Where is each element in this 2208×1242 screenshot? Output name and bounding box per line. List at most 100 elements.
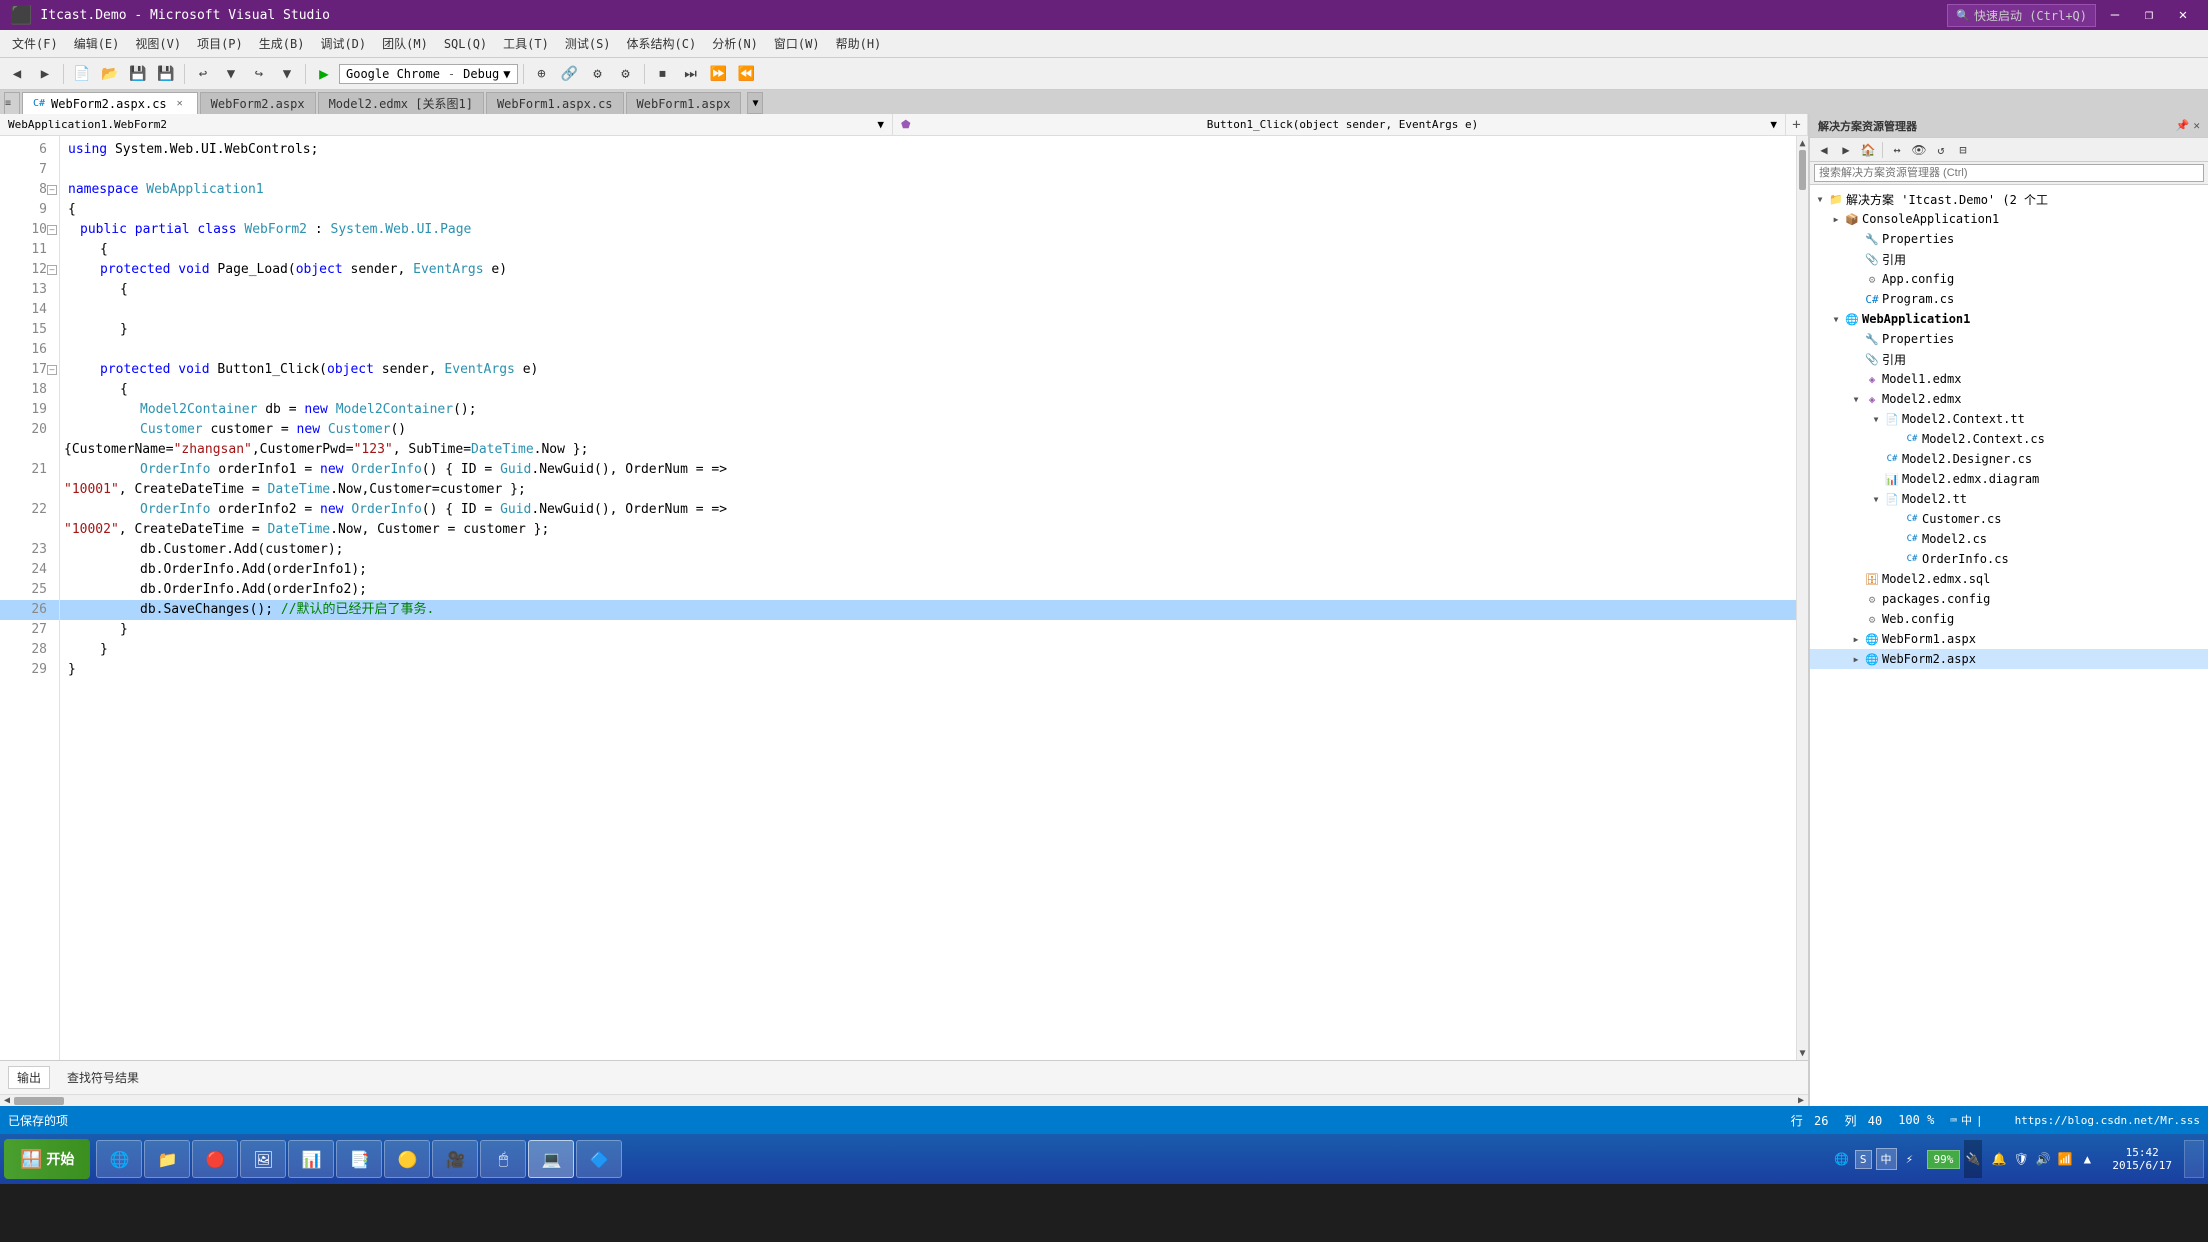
taskbar-app-globe[interactable]: 🌐 — [96, 1140, 142, 1178]
redo-arrow[interactable]: ▼ — [274, 61, 300, 87]
tab-close-button[interactable]: ✕ — [173, 97, 187, 111]
menu-file[interactable]: 文件(F) — [4, 31, 66, 56]
tab-webform2-aspx[interactable]: WebForm2.aspx — [200, 92, 316, 114]
tree-webform1-aspx[interactable]: ▶ 🌐 WebForm1.aspx — [1810, 629, 2208, 649]
menu-team[interactable]: 团队(M) — [374, 31, 436, 56]
arrow-up-icon[interactable]: ▲ — [2078, 1150, 2096, 1168]
start-debug-button[interactable]: ▶ — [311, 61, 337, 87]
start-button[interactable]: 🪟 开始 — [4, 1139, 90, 1179]
tab-overflow-arrow[interactable]: ▼ — [747, 92, 763, 114]
pin-icon[interactable]: 📌 — [2176, 119, 2190, 132]
undo-button[interactable]: ↩ — [190, 61, 216, 87]
cursor-button[interactable]: ⊕ — [529, 61, 555, 87]
back-panel-btn[interactable]: ◀ — [1814, 140, 1834, 160]
taskbar-app-charts[interactable]: 📊 — [288, 1140, 334, 1178]
tree-console-app[interactable]: ▶ 📦 ConsoleApplication1 — [1810, 209, 2208, 229]
restore-button[interactable]: ❐ — [2134, 1, 2164, 29]
break-button[interactable]: ⏹ — [650, 61, 676, 87]
tree-web-config[interactable]: ⚙ Web.config — [1810, 609, 2208, 629]
menu-window[interactable]: 窗口(W) — [766, 31, 828, 56]
tree-console-properties[interactable]: 🔧 Properties — [1810, 229, 2208, 249]
ime-mode-btn[interactable]: S — [1855, 1150, 1872, 1169]
ime-zh-btn[interactable]: 中 — [1876, 1148, 1897, 1170]
horizontal-scrollbar[interactable]: ◀ ▶ — [0, 1094, 1808, 1106]
tab-model2-edmx[interactable]: Model2.edmx [关系图1] — [318, 92, 484, 114]
minimize-button[interactable]: — — [2100, 1, 2130, 29]
tree-model2-designer-cs[interactable]: C# Model2.Designer.cs — [1810, 449, 2208, 469]
collapse-8[interactable]: — — [47, 185, 57, 195]
taskbar-app-cursor[interactable]: 🖱 — [480, 1140, 526, 1178]
tree-model2-diagram[interactable]: 📊 Model2.edmx.diagram — [1810, 469, 2208, 489]
collapse-all-btn[interactable]: ⊟ — [1953, 140, 1973, 160]
taskbar-app-diamond[interactable]: 🔷 — [576, 1140, 622, 1178]
taskbar-app-media[interactable]: 🎥 — [432, 1140, 478, 1178]
scroll-track[interactable] — [1797, 150, 1808, 1046]
taskbar-app-vs[interactable]: 💻 — [528, 1140, 574, 1178]
collapse-17[interactable]: — — [47, 365, 57, 375]
taskbar-app-photo[interactable]: 🖼 — [240, 1140, 286, 1178]
debug-btn-3[interactable]: ⚙ — [585, 61, 611, 87]
tree-solution-root[interactable]: ▼ 📁 解决方案 'Itcast.Demo' (2 个工 — [1810, 189, 2208, 209]
menu-help[interactable]: 帮助(H) — [828, 31, 890, 56]
show-desktop-btn[interactable] — [2184, 1140, 2204, 1178]
system-clock[interactable]: 15:42 2015/6/17 — [2104, 1146, 2180, 1172]
menu-build[interactable]: 生成(B) — [251, 31, 313, 56]
tree-orderinfo-cs[interactable]: C# OrderInfo.cs — [1810, 549, 2208, 569]
tree-model2-edmx-sql[interactable]: 🗄 Model2.edmx.sql — [1810, 569, 2208, 589]
tree-webapp-props[interactable]: 🔧 Properties — [1810, 329, 2208, 349]
solution-search-input[interactable] — [1814, 164, 2204, 182]
bottom-tab-find-symbols[interactable]: 查找符号结果 — [58, 1066, 148, 1089]
menu-test[interactable]: 测试(S) — [557, 31, 619, 56]
bottom-tab-output[interactable]: 输出 — [8, 1066, 50, 1089]
tab-webform1-aspx-cs[interactable]: WebForm1.aspx.cs — [486, 92, 624, 114]
scroll-thumb[interactable] — [1799, 150, 1806, 190]
tree-webform2-aspx[interactable]: ▶ 🌐 WebForm2.aspx — [1810, 649, 2208, 669]
tab-webform2-aspx-cs[interactable]: C# WebForm2.aspx.cs ✕ — [22, 92, 198, 114]
menu-debug[interactable]: 调试(D) — [312, 31, 374, 56]
open-button[interactable]: 📂 — [97, 61, 123, 87]
menu-edit[interactable]: 编辑(E) — [66, 31, 128, 56]
menu-view[interactable]: 视图(V) — [127, 31, 189, 56]
refresh-btn[interactable]: ↺ — [1931, 140, 1951, 160]
scroll-right-button[interactable]: ▶ — [1794, 1095, 1808, 1106]
forward-button[interactable]: ▶ — [32, 61, 58, 87]
tree-model2-context-cs[interactable]: C# Model2.Context.cs — [1810, 429, 2208, 449]
scroll-down-button[interactable]: ▼ — [1797, 1046, 1808, 1060]
tree-model2-edmx[interactable]: ▼ ◈ Model2.edmx — [1810, 389, 2208, 409]
back-button[interactable]: ◀ — [4, 61, 30, 87]
sync-btn[interactable]: ↔ — [1887, 140, 1907, 160]
attach-button[interactable]: 🔗 — [557, 61, 583, 87]
tree-console-appconfig[interactable]: ⚙ App.config — [1810, 269, 2208, 289]
taskbar-app-chrome[interactable]: 🔴 — [192, 1140, 238, 1178]
tree-console-program[interactable]: C# Program.cs — [1810, 289, 2208, 309]
forward-panel-btn[interactable]: ▶ — [1836, 140, 1856, 160]
menu-sql[interactable]: SQL(Q) — [436, 33, 495, 55]
collapse-10[interactable]: — — [47, 225, 57, 235]
tree-webapp-refs[interactable]: 📎 引用 — [1810, 349, 2208, 369]
class-dropdown[interactable]: WebApplication1.WebForm2 ▼ — [0, 114, 893, 135]
tree-model2-cs[interactable]: C# Model2.cs — [1810, 529, 2208, 549]
debug-step-3[interactable]: ⏪ — [734, 61, 760, 87]
show-all-btn[interactable]: 👁 — [1909, 140, 1929, 160]
close-panel-icon[interactable]: ✕ — [2193, 119, 2200, 132]
quick-launch-search[interactable]: 🔍 快速启动 (Ctrl+Q) — [1947, 4, 2096, 27]
tree-customer-cs[interactable]: C# Customer.cs — [1810, 509, 2208, 529]
split-editor-button[interactable]: + — [1786, 114, 1808, 136]
collapse-12[interactable]: — — [47, 265, 57, 275]
debug-step-2[interactable]: ⏩ — [706, 61, 732, 87]
debug-target-selector[interactable]: Google Chrome - Debug ▼ — [339, 64, 518, 84]
taskbar-app-ppt[interactable]: 📑 — [336, 1140, 382, 1178]
method-dropdown[interactable]: ⬟ Button1_Click(object sender, EventArgs… — [893, 114, 1786, 135]
tree-console-refs[interactable]: 📎 引用 — [1810, 249, 2208, 269]
menu-tools[interactable]: 工具(T) — [495, 31, 557, 56]
taskbar-app-slides[interactable]: 🟡 — [384, 1140, 430, 1178]
h-scroll-thumb[interactable] — [14, 1097, 64, 1105]
h-scroll-track[interactable] — [14, 1097, 1794, 1105]
new-button[interactable]: 📄 — [69, 61, 95, 87]
close-button[interactable]: ✕ — [2168, 1, 2198, 29]
scroll-left-button[interactable]: ◀ — [0, 1095, 14, 1106]
menu-analyze[interactable]: 分析(N) — [704, 31, 766, 56]
tree-model2-context-tt[interactable]: ▼ 📄 Model2.Context.tt — [1810, 409, 2208, 429]
tree-model1-edmx[interactable]: ◈ Model1.edmx — [1810, 369, 2208, 389]
tab-webform1-aspx[interactable]: WebForm1.aspx — [626, 92, 742, 114]
